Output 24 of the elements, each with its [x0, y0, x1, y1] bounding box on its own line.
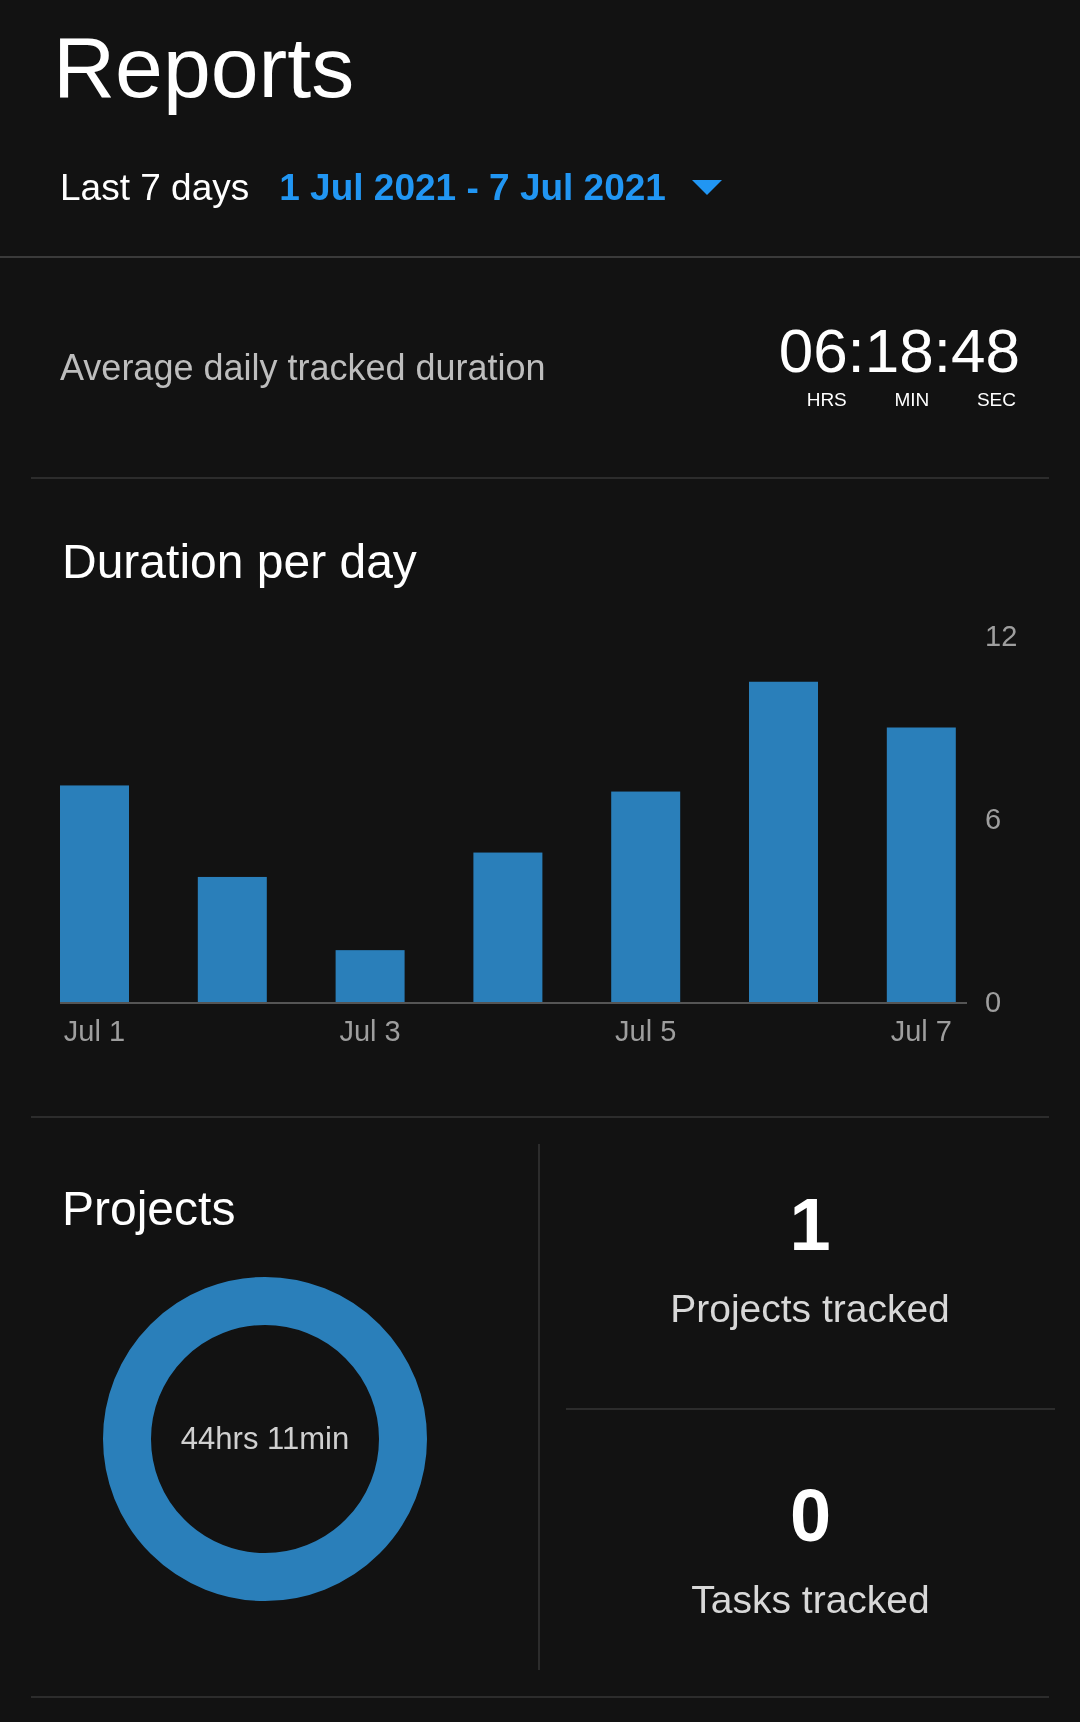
chart-title: Duration per day: [61, 534, 418, 590]
axis-tick-label: 12: [985, 622, 1018, 652]
duration-value: 06:18:48: [778, 320, 1020, 383]
section-title: Projects: [61, 1181, 237, 1237]
average-duration-label: Average daily tracked duration: [60, 345, 546, 390]
caret-icon[interactable]: [691, 180, 722, 196]
unit-label: HRS: [806, 388, 847, 413]
bar: [335, 950, 405, 1002]
unit-label: MIN: [894, 388, 930, 413]
stat-label: Tasks tracked: [691, 1576, 930, 1623]
range-preset-label: Last 7 days: [60, 166, 250, 211]
page-title: Reports: [53, 17, 355, 117]
stat-value: 0: [789, 1478, 832, 1553]
axis-tick-label: Jul 5: [615, 1015, 677, 1047]
axis-tick-label: 0: [985, 986, 1002, 1018]
axis-tick-label: Jul 3: [339, 1015, 401, 1047]
stat-label: Projects tracked: [670, 1285, 950, 1332]
date-range-dropdown[interactable]: 1 Jul 2021 - 7 Jul 2021: [279, 160, 666, 216]
total-duration-label: 44hrs 11min: [180, 1419, 350, 1458]
stat-value: 1: [789, 1187, 831, 1262]
axis-tick-label: Jul 7: [890, 1015, 952, 1047]
unit-label: SEC: [976, 388, 1016, 413]
axis-tick-label: 6: [985, 803, 1002, 835]
axis-tick-label: Jul 1: [63, 1015, 126, 1047]
